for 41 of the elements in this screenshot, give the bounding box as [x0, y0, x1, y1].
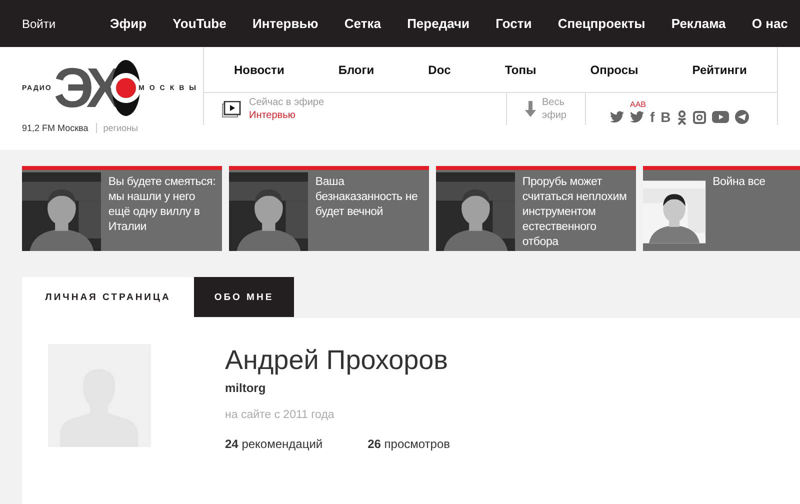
- promo-card[interactable]: Война все: [643, 166, 800, 251]
- menu-link[interactable]: Интервью: [252, 16, 318, 31]
- arrow-down-icon: [525, 101, 536, 117]
- nav-link[interactable]: Топы: [504, 62, 536, 76]
- menu-link[interactable]: Реклама: [671, 16, 726, 31]
- nav-link[interactable]: Опросы: [590, 62, 638, 76]
- nav-link[interactable]: Новости: [234, 62, 284, 76]
- frequency-text: 91,2 FM Москва: [22, 123, 88, 133]
- camera-icon[interactable]: [692, 110, 706, 124]
- nav-link[interactable]: Рейтинги: [692, 62, 747, 76]
- login-link[interactable]: Войти: [22, 16, 110, 30]
- menu-link[interactable]: Гости: [496, 16, 532, 31]
- paper-plane-icon[interactable]: [734, 110, 749, 124]
- bird-icon[interactable]: [630, 111, 644, 123]
- menu-link[interactable]: YouTube: [172, 16, 226, 31]
- menu-link[interactable]: Передачи: [407, 16, 470, 31]
- promo-card[interactable]: Прорубь может считаться неплохим инструментом естественного отбора: [436, 166, 636, 251]
- menu-link[interactable]: Сетка: [344, 16, 381, 31]
- program-link[interactable]: Интервью: [249, 109, 324, 122]
- profile-name: Андрей Прохоров: [225, 344, 450, 376]
- menu-link[interactable]: О нас: [752, 16, 788, 31]
- stat-text: 26 просмотров: [368, 437, 450, 451]
- nav-link[interactable]: Doc: [428, 62, 451, 76]
- tab[interactable]: ЛИЧНАЯ СТРАНИЦА: [22, 277, 194, 318]
- promo-card[interactable]: Вы будете смеяться: мы нашли у него ещё одну виллу в Италии: [22, 166, 222, 251]
- menu-link[interactable]: Эфир: [110, 16, 147, 31]
- username-text: miltorg: [225, 381, 267, 395]
- social-link[interactable]: B: [660, 110, 671, 124]
- stat-text: 24 рекомендаций: [225, 437, 323, 451]
- bird-icon[interactable]: [610, 111, 624, 123]
- tab[interactable]: ОБО МНЕ: [194, 277, 294, 317]
- menu-link[interactable]: Спецпроекты: [558, 16, 646, 31]
- on-air-label: Сейчас в эфире: [249, 96, 324, 109]
- person-icon[interactable]: [676, 110, 687, 124]
- nav-link[interactable]: Блоги: [338, 62, 374, 76]
- social-link[interactable]: f: [650, 110, 655, 124]
- member-since-text: на сайте с 2011 года: [225, 409, 336, 421]
- promo-card[interactable]: Ваша безнаказанность не будет вечной: [229, 166, 429, 251]
- video-play-icon[interactable]: [712, 111, 729, 123]
- player-icon[interactable]: [222, 100, 241, 118]
- badge-text: AAB: [630, 100, 646, 109]
